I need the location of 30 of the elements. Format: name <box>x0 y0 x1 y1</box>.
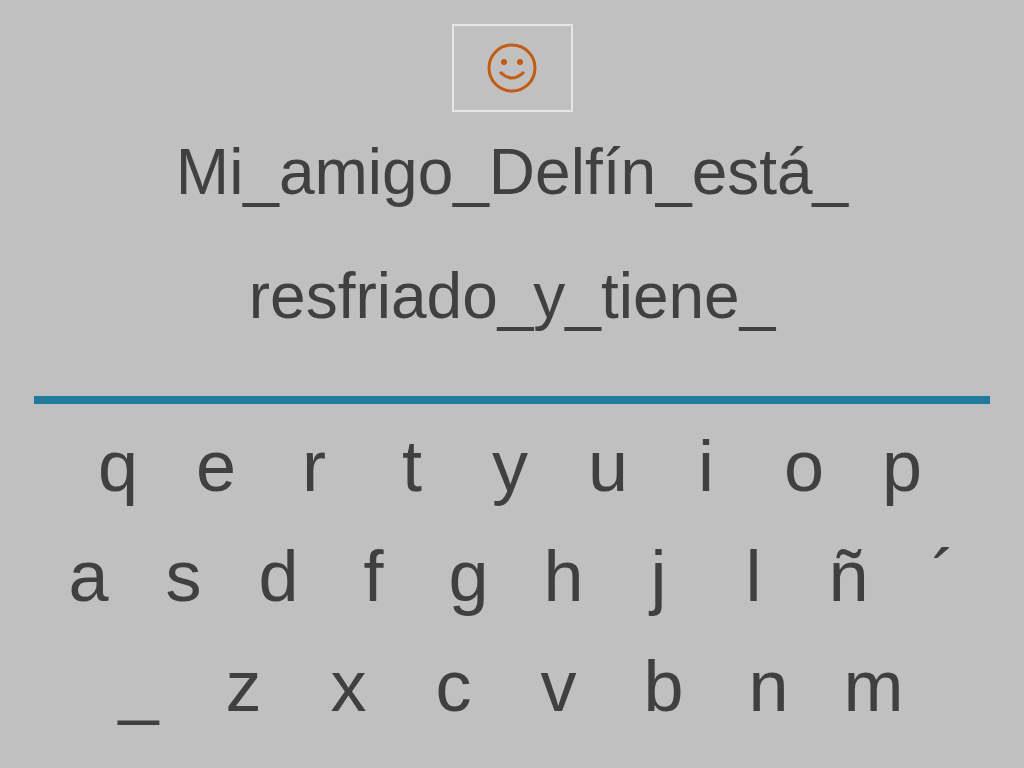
letter-key[interactable]: m <box>821 646 926 726</box>
letter-key[interactable]: p <box>853 426 951 506</box>
letter-key[interactable]: ´ <box>896 536 991 616</box>
letter-key[interactable]: o <box>755 426 853 506</box>
letter-key[interactable]: q <box>69 426 167 506</box>
smiley-icon <box>486 42 538 94</box>
letter-key[interactable]: s <box>136 536 231 616</box>
letter-key[interactable]: i <box>657 426 755 506</box>
letter-key[interactable]: t <box>363 426 461 506</box>
letter-key[interactable]: b <box>611 646 716 726</box>
letter-key[interactable]: n <box>716 646 821 726</box>
letter-key[interactable]: z <box>191 646 296 726</box>
letter-key[interactable]: _ <box>86 646 191 726</box>
letter-key[interactable]: a <box>41 536 136 616</box>
letter-key[interactable]: u <box>559 426 657 506</box>
letter-key[interactable]: f <box>326 536 421 616</box>
sentence-line: Mi_amigo_Delfín_está_ <box>175 135 849 210</box>
letter-key[interactable]: g <box>421 536 516 616</box>
letter-key[interactable]: j <box>611 536 706 616</box>
letter-key[interactable]: r <box>265 426 363 506</box>
letter-key[interactable]: h <box>516 536 611 616</box>
letter-key[interactable]: y <box>461 426 559 506</box>
letter-key[interactable]: x <box>296 646 401 726</box>
letter-key[interactable]: ñ <box>801 536 896 616</box>
letter-key[interactable]: v <box>506 646 611 726</box>
letter-key[interactable]: d <box>231 536 326 616</box>
sentence-line: resfriado_y_tiene_ <box>248 259 776 334</box>
letter-key[interactable]: c <box>401 646 506 726</box>
letter-key[interactable]: e <box>167 426 265 506</box>
letter-key[interactable]: l <box>706 536 801 616</box>
